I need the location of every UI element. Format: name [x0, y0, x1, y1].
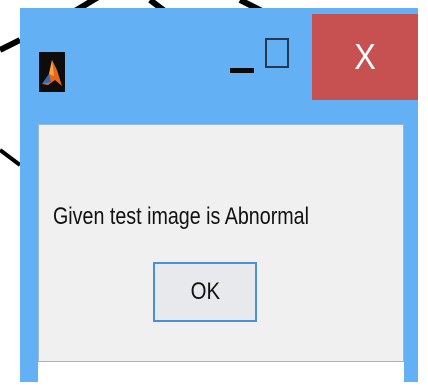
dialog-message: Given test image is Abnormal — [53, 203, 309, 230]
close-button[interactable]: X — [312, 14, 418, 100]
maximize-button[interactable] — [259, 26, 307, 86]
maximize-icon — [265, 38, 289, 68]
ok-button[interactable]: OK — [153, 262, 257, 322]
dialog-window: X Given test image is Abnormal OK — [20, 8, 418, 382]
close-icon: X — [354, 36, 376, 77]
title-bar: X — [20, 8, 418, 122]
window-bottom-strip — [38, 362, 404, 382]
ok-button-label: OK — [190, 278, 220, 305]
dialog-content: Given test image is Abnormal OK — [38, 124, 404, 362]
matlab-logo-icon — [39, 52, 65, 92]
minimize-icon — [230, 68, 254, 73]
